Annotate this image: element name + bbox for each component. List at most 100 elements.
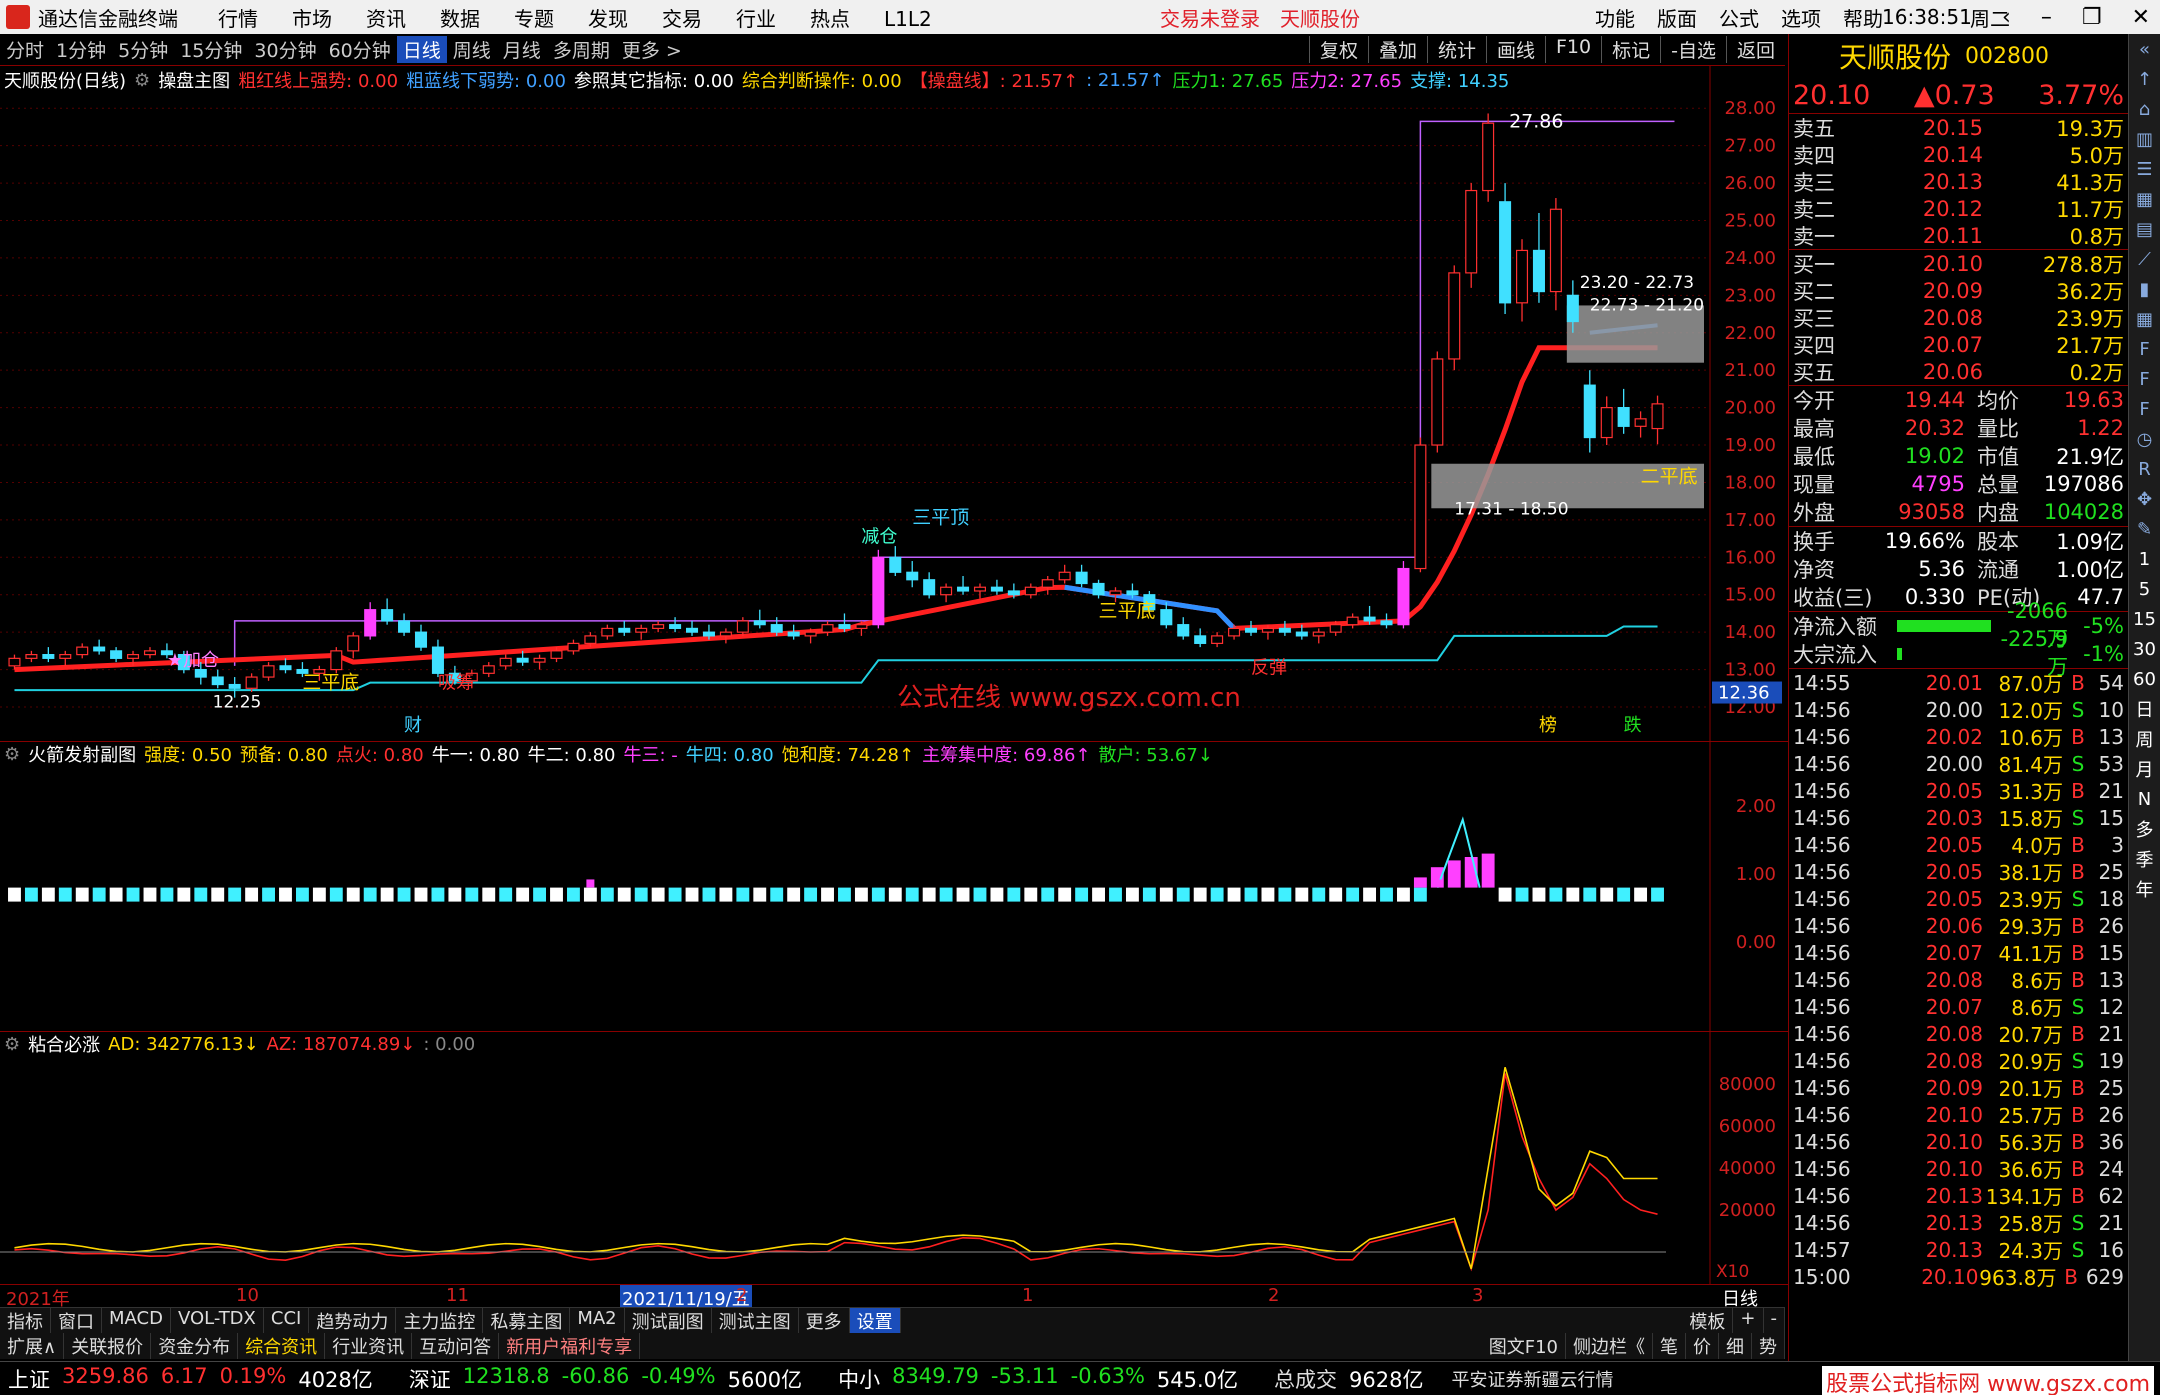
- indicator-tab-5[interactable]: 趋势动力: [309, 1308, 397, 1333]
- info-tab-6[interactable]: 新用户福利专享: [499, 1333, 641, 1359]
- order-book-row[interactable]: 买一 20.10 278.8万: [1789, 250, 2128, 277]
- tick-row[interactable]: 14:56 20.08 8.6万 B 13: [1789, 966, 2128, 994]
- index-quote[interactable]: 上证 3259.86 6.17 0.19% 4028亿: [0, 1364, 373, 1394]
- tick-row[interactable]: 14:56 20.08 20.9万 S 19: [1789, 1047, 2128, 1075]
- order-book-row[interactable]: 买三 20.08 23.9万: [1789, 304, 2128, 331]
- period-2[interactable]: 5分钟: [112, 36, 174, 63]
- candle-icon[interactable]: ▮: [2140, 274, 2150, 304]
- order-book-row[interactable]: 买四 20.07 21.7万: [1789, 331, 2128, 358]
- index-quote[interactable]: 中小 8349.79 -53.11 -0.63% 545.0亿: [830, 1364, 1238, 1394]
- tick-row[interactable]: 14:56 20.10 36.6万 B 24: [1789, 1155, 2128, 1183]
- indicator-tab-0[interactable]: 指标: [0, 1308, 51, 1333]
- order-book-row[interactable]: 卖三 20.13 41.3万: [1789, 168, 2128, 195]
- info-tab-right-3[interactable]: 价: [1686, 1333, 1719, 1359]
- tick-row[interactable]: 14:56 20.05 31.3万 B 21: [1789, 777, 2128, 805]
- info-tab-1[interactable]: 关联报价: [64, 1333, 152, 1359]
- index-quote[interactable]: 深证 12318.8 -60.86 -0.49% 5600亿: [401, 1364, 802, 1394]
- indicator-tab-11[interactable]: 更多: [799, 1308, 850, 1333]
- period-8[interactable]: 月线: [497, 36, 547, 63]
- right-menu-item-2[interactable]: 公式: [1719, 3, 1759, 32]
- tick-row[interactable]: 14:56 20.00 81.4万 S 53: [1789, 750, 2128, 778]
- info-tab-4[interactable]: 行业资讯: [325, 1333, 413, 1359]
- right-menu-item-1[interactable]: 版面: [1657, 3, 1697, 32]
- indicator-tab-12[interactable]: 设置: [849, 1308, 901, 1333]
- period-3[interactable]: 15分钟: [174, 36, 248, 63]
- sidebar-period-3[interactable]: 30: [2133, 634, 2156, 664]
- menu-item-3[interactable]: 数据: [440, 7, 480, 31]
- template-control-1[interactable]: +: [1733, 1308, 1764, 1333]
- minimize-icon[interactable]: –: [2041, 5, 2052, 30]
- menu-item-7[interactable]: 行业: [736, 7, 776, 31]
- info-tab-right-4[interactable]: 细: [1719, 1333, 1752, 1359]
- f10-icon[interactable]: F: [2139, 334, 2149, 364]
- rsi-icon[interactable]: R: [2138, 454, 2151, 484]
- info-tab-2[interactable]: 资金分布: [151, 1333, 239, 1359]
- sub-chart-rocket[interactable]: ⚙ 火箭发射副图 强度: 0.50 预备: 0.80 点火: 0.80 牛一: 0.8…: [0, 742, 1788, 1032]
- indicator-tab-7[interactable]: 私募主图: [483, 1308, 571, 1333]
- sidebar-period-11[interactable]: 年: [2136, 874, 2154, 904]
- order-book-row[interactable]: 买五 20.06 0.2万: [1789, 358, 2128, 385]
- menu-item-8[interactable]: 热点: [810, 7, 850, 31]
- period-1[interactable]: 1分钟: [50, 36, 112, 63]
- right-menu-item-3[interactable]: 选项: [1781, 3, 1821, 32]
- tool-4[interactable]: F10: [1545, 36, 1601, 63]
- line-chart-icon[interactable]: ⟋: [2138, 244, 2151, 274]
- indicator-tab-8[interactable]: MA2: [570, 1308, 625, 1333]
- sub-chart-nianhe[interactable]: ⚙ 粘合必涨 AD: 342776.13↓ AZ: 187074.89↓: 0.0…: [0, 1032, 1788, 1285]
- close-icon[interactable]: ✕: [2132, 5, 2150, 30]
- tick-row[interactable]: 14:56 20.02 10.6万 B 13: [1789, 723, 2128, 751]
- tool-5[interactable]: 标记: [1601, 36, 1660, 63]
- tool-6[interactable]: -自选: [1660, 36, 1726, 63]
- tick-row[interactable]: 14:56 20.05 23.9万 S 18: [1789, 885, 2128, 913]
- tool-0[interactable]: 复权: [1308, 36, 1368, 63]
- tick-row[interactable]: 14:56 20.07 8.6万 S 12: [1789, 993, 2128, 1021]
- tick-row[interactable]: 15:00 20.10 963.8万 B 629: [1789, 1263, 2128, 1291]
- restore-icon[interactable]: ❐: [2082, 5, 2102, 30]
- menu-item-5[interactable]: 发现: [588, 7, 628, 31]
- info-tab-right-1[interactable]: 侧边栏《: [1566, 1333, 1653, 1359]
- info-tab-5[interactable]: 互动问答: [412, 1333, 500, 1359]
- order-book-row[interactable]: 卖四 20.14 5.0万: [1789, 141, 2128, 168]
- home-icon[interactable]: ⌂: [2139, 94, 2150, 124]
- menu-item-6[interactable]: 交易: [662, 7, 702, 31]
- clock-icon[interactable]: ◷: [2137, 424, 2153, 454]
- period-0[interactable]: 分时: [0, 36, 50, 63]
- template-control-0[interactable]: 模板: [1682, 1308, 1734, 1333]
- collapse-icon[interactable]: «: [2139, 34, 2150, 64]
- tick-row[interactable]: 14:56 20.03 15.8万 S 15: [1789, 804, 2128, 832]
- tick-row[interactable]: 14:56 20.10 25.7万 B 26: [1789, 1101, 2128, 1129]
- f5-icon[interactable]: F: [2139, 394, 2149, 424]
- sidebar-period-7[interactable]: 月: [2136, 754, 2154, 784]
- info-tab-right-0[interactable]: 图文F10: [1482, 1333, 1566, 1359]
- info-tab-right-5[interactable]: 势: [1752, 1333, 1785, 1359]
- tick-row[interactable]: 14:56 20.07 41.1万 B 15: [1789, 939, 2128, 967]
- menu-item-2[interactable]: 资讯: [366, 7, 406, 31]
- order-book-row[interactable]: 买二 20.09 36.2万: [1789, 277, 2128, 304]
- f2-icon[interactable]: F: [2139, 364, 2149, 394]
- sidebar-period-4[interactable]: 60: [2133, 664, 2156, 694]
- sidebar-period-5[interactable]: 日: [2136, 694, 2154, 724]
- tick-row[interactable]: 14:56 20.10 56.3万 B 36: [1789, 1128, 2128, 1156]
- tool-1[interactable]: 叠加: [1367, 36, 1427, 63]
- info-tab-right-2[interactable]: 笔: [1653, 1333, 1686, 1359]
- sidebar-period-8[interactable]: N: [2138, 784, 2151, 814]
- list-icon[interactable]: ☰: [2136, 154, 2152, 184]
- right-menu-item-0[interactable]: 功能: [1595, 3, 1635, 32]
- right-menu-item-4[interactable]: 帮助: [1843, 3, 1883, 32]
- grid-icon[interactable]: ▦: [2136, 184, 2153, 214]
- drag-icon[interactable]: ✥: [2137, 484, 2152, 514]
- indicator-tab-9[interactable]: 测试副图: [625, 1308, 712, 1333]
- template-control-2[interactable]: -: [1764, 1308, 1785, 1333]
- tick-row[interactable]: 14:56 20.08 20.7万 B 21: [1789, 1020, 2128, 1048]
- order-book-row[interactable]: 卖一 20.11 0.8万: [1789, 222, 2128, 249]
- back-icon[interactable]: ‹: [2002, 5, 2011, 30]
- main-chart-panel[interactable]: 天顺股份(日线) ⚙ 操盘主图 粗红线上强势: 0.00 粗蓝线下弱势: 0.00…: [0, 66, 1788, 742]
- info-tab-3[interactable]: 综合资讯: [238, 1333, 326, 1359]
- menu-item-1[interactable]: 市场: [292, 7, 332, 31]
- indicator-tab-3[interactable]: VOL-TDX: [171, 1308, 264, 1333]
- tool-7[interactable]: 返回: [1725, 36, 1785, 63]
- sidebar-period-1[interactable]: 5: [2139, 574, 2150, 604]
- tick-row[interactable]: 14:56 20.13 25.8万 S 21: [1789, 1209, 2128, 1237]
- tick-row[interactable]: 14:56 20.13 134.1万 B 62: [1789, 1182, 2128, 1210]
- order-book-row[interactable]: 卖五 20.15 19.3万: [1789, 114, 2128, 141]
